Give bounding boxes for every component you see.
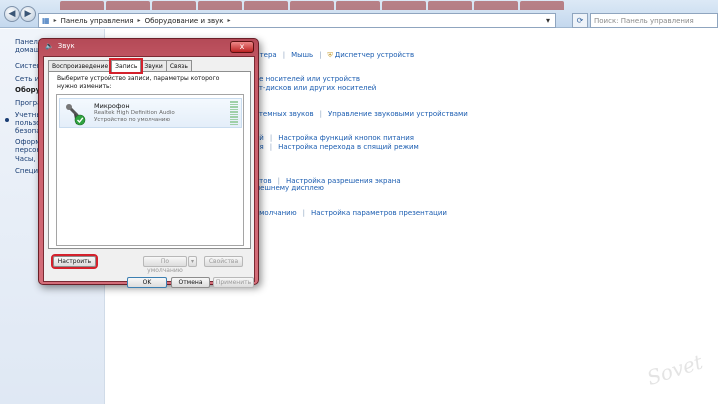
search-input[interactable]: Поиск: Панель управления: [590, 13, 718, 28]
address-dropdown-icon[interactable]: ▾: [540, 14, 556, 27]
divider: |: [319, 110, 322, 118]
breadcrumb-control-panel[interactable]: Панель управления: [61, 17, 134, 25]
watermark-logo: Sovet: [644, 349, 706, 389]
link-manage-audio-devices[interactable]: Управление звуковыми устройствами: [328, 110, 468, 118]
chevron-right-icon: ▸: [53, 17, 57, 24]
device-item-microphone[interactable]: Микрофон Realtek High Definition Audio У…: [59, 98, 242, 128]
breadcrumb-hardware-sound[interactable]: Оборудование и звук: [145, 17, 224, 25]
link-row: ия | Настройка перехода в спящий режим: [255, 143, 419, 151]
link-row: ей | Настройка функций кнопок питания: [255, 134, 414, 142]
level-meter: [230, 101, 238, 125]
forward-button[interactable]: ▶: [20, 6, 36, 22]
link-row: умолчанию | Настройка параметров презент…: [255, 209, 447, 217]
current-item-bullet: [5, 118, 9, 122]
link-system-sounds[interactable]: стемных звуков: [255, 110, 314, 118]
divider: |: [319, 51, 322, 59]
dialog-body: Воспроизведение Запись Звуки Связь Выбер…: [43, 56, 255, 288]
link-sleep[interactable]: Настройка перехода в спящий режим: [278, 143, 419, 151]
chevron-down-icon[interactable]: ▾: [188, 256, 197, 267]
back-button[interactable]: ◀: [4, 6, 20, 22]
search-placeholder: Поиск: Панель управления: [594, 16, 694, 25]
divider: |: [302, 209, 305, 217]
properties-button[interactable]: Свойства: [204, 256, 243, 267]
cancel-button[interactable]: Отмена: [171, 277, 210, 288]
address-bar[interactable]: ▦ ▸ Панель управления ▸ Оборудование и з…: [38, 13, 556, 28]
instruction-text: Выберите устройство записи, параметры ко…: [57, 75, 220, 90]
nav-item-accounts-2[interactable]: пользо: [15, 119, 40, 127]
close-button[interactable]: x: [230, 41, 254, 53]
device-status: Устройство по умолчанию: [94, 117, 171, 123]
link-row: нтера | Мышь | ⛨ Диспетчер устройств: [255, 51, 414, 60]
device-list[interactable]: Микрофон Realtek High Definition Audio У…: [56, 94, 244, 246]
link-row: ве носителей или устройств: [255, 75, 360, 83]
sound-dialog: 🔈 Звук x Воспроизведение Запись Звуки Св…: [38, 38, 259, 288]
link-device-manager[interactable]: Диспетчер устройств: [335, 51, 414, 60]
device-driver: Realtek High Definition Audio: [94, 110, 175, 116]
link-power-buttons[interactable]: Настройка функций кнопок питания: [278, 134, 414, 142]
refresh-button[interactable]: ⟳: [572, 13, 588, 28]
link-mouse[interactable]: Мышь: [291, 51, 313, 60]
divider: |: [269, 143, 273, 151]
speaker-icon: 🔈: [45, 42, 54, 50]
taskbar-tabs: [60, 1, 718, 11]
folder-icon: ▦: [42, 16, 50, 25]
dialog-title-bar: 🔈 Звук: [45, 42, 75, 50]
set-default-button[interactable]: По умолчанию: [143, 256, 187, 274]
recording-panel: Выберите устройство записи, параметры ко…: [48, 71, 251, 249]
device-name: Микрофон: [94, 102, 130, 110]
divider: |: [269, 134, 273, 142]
window-toolbar: ◀ ▶ ▦ ▸ Панель управления ▸ Оборудование…: [0, 0, 718, 28]
dialog-title: Звук: [57, 42, 75, 50]
divider: |: [282, 51, 286, 59]
link-presentation-settings[interactable]: Настройка параметров презентации: [311, 209, 447, 217]
configure-button[interactable]: Настроить: [51, 254, 98, 269]
link-autoplay-cd[interactable]: ст-дисков или других носителей: [255, 84, 376, 92]
chevron-right-icon: ▸: [137, 17, 141, 24]
microphone-icon: [66, 104, 86, 126]
apply-button[interactable]: Применить: [213, 277, 254, 288]
link-row: ст-дисков или других носителей: [255, 84, 376, 92]
tab-recording[interactable]: Запись: [109, 58, 144, 74]
ok-button[interactable]: OK: [127, 277, 167, 288]
nav-item-appearance[interactable]: Оформ: [15, 138, 41, 146]
svg-text:Sovet: Sovet: [644, 349, 706, 389]
link-row: стемных звуков | Управление звуковыми ус…: [255, 110, 468, 118]
shield-icon: ⛨: [327, 51, 333, 59]
link-autoplay[interactable]: ве носителей или устройств: [255, 75, 360, 83]
chevron-right-icon: ▸: [227, 17, 231, 24]
link-default[interactable]: умолчанию: [255, 209, 297, 217]
